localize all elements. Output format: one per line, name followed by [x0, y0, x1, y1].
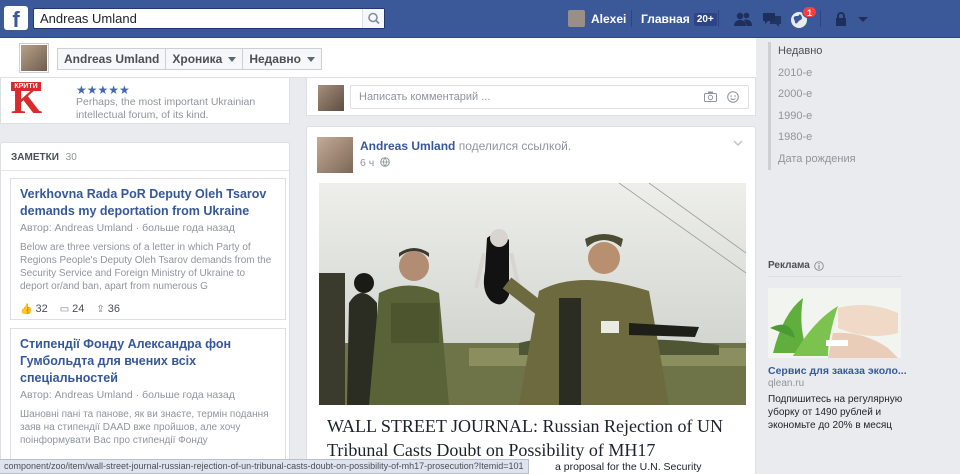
note-excerpt: Below are three versions of a letter in …: [20, 242, 272, 292]
comment-icon: ▭: [59, 303, 70, 315]
scrubber-item-2010s[interactable]: 2010-е: [778, 66, 856, 88]
kritika-logo[interactable]: K КРИТИ: [11, 78, 67, 122]
shared-link-post: Andreas Umland поделился ссылкой. 6 ч WA…: [306, 126, 756, 474]
home-count-badge: 20+: [693, 12, 717, 26]
likes-stat[interactable]: 👍 32: [20, 303, 48, 315]
scrubber-list: Недавно 2010-е 2000-е 1990-е 1980-е Дата…: [778, 44, 856, 173]
notes-count: 30: [65, 152, 77, 163]
chronicle-dropdown[interactable]: Хроника: [165, 48, 244, 70]
notifications-badge: 1: [802, 6, 818, 18]
privacy-lock-icon[interactable]: [833, 11, 849, 27]
post-action-text: поделился ссылкой.: [458, 139, 572, 153]
news-photo: [319, 183, 746, 405]
comments-stat[interactable]: ▭ 24: [60, 303, 85, 315]
comments-count: 24: [72, 303, 85, 315]
profile-name-button[interactable]: Andreas Umland: [57, 48, 167, 70]
page-recommendation-card: K КРИТИ ★★★★★ Perhaps, the most importan…: [0, 78, 290, 124]
notes-section: Заметки 30 Verkhovna Rada PoR Deputy Ole…: [0, 142, 290, 474]
search-input[interactable]: [34, 9, 354, 28]
post-time-text[interactable]: 6 ч: [360, 157, 374, 169]
rating-stars: ★★★★★: [76, 83, 130, 97]
shares-count: 36: [107, 303, 121, 315]
ads-header: Реклама: [768, 260, 824, 271]
ad-image[interactable]: [768, 288, 901, 358]
globe-icon: [380, 157, 391, 167]
scrubber-line: [768, 42, 771, 170]
profile-avatar[interactable]: [20, 44, 48, 72]
note-item: Verkhovna Rada PoR Deputy Oleh Tsarov de…: [10, 178, 286, 320]
note-title-link[interactable]: Verkhovna Rada PoR Deputy Oleh Tsarov de…: [20, 186, 276, 220]
scrubber-item-1990s[interactable]: 1990-е: [778, 109, 856, 131]
comment-tools: [704, 91, 739, 103]
timeline-nav: Andreas Umland Хроника Недавно: [57, 48, 322, 70]
browser-status-url: component/zoo/item/wall-street-journal-r…: [0, 459, 529, 474]
note-item: Стипендії Фонду Александра фон Гумбольдт…: [10, 328, 286, 474]
home-label: Главная: [641, 12, 690, 26]
friend-requests-icon[interactable]: [733, 11, 753, 27]
timeline-header: Andreas Umland Хроника Недавно: [0, 38, 756, 78]
timeline-scrubber: Недавно 2010-е 2000-е 1990-е 1980-е Дата…: [756, 38, 960, 474]
recent-label: Недавно: [249, 52, 301, 66]
note-meta: Автор: Andreas Umland · больше года наза…: [20, 389, 235, 401]
note-stats: 👍 32 ▭ 24 ⇪ 36: [20, 303, 276, 315]
ads-title: Реклама: [768, 260, 810, 271]
ad-photo: [768, 288, 901, 358]
logo-strip: КРИТИ: [11, 82, 41, 91]
nav-profile-link[interactable]: Alexei: [568, 10, 626, 27]
top-bar: f Alexei Главная 20+ 1: [0, 0, 960, 38]
nav-divider: [718, 10, 719, 27]
news-feed: Написать комментарий ... Andreas Umland …: [306, 78, 756, 474]
post-timestamp: 6 ч: [360, 157, 391, 169]
messages-icon[interactable]: [762, 11, 782, 27]
page-description: Perhaps, the most important Ukrainian in…: [76, 96, 256, 121]
nav-divider: [631, 10, 632, 27]
notes-header[interactable]: Заметки 30: [1, 143, 289, 171]
search-box[interactable]: [33, 8, 385, 29]
share-icon: ⇪: [96, 303, 105, 315]
ad-title-link[interactable]: Сервис для заказа эколо...: [768, 365, 908, 378]
account-menu-chevron-icon[interactable]: [857, 11, 869, 27]
notes-title: Заметки: [11, 152, 59, 163]
scrubber-item-recent[interactable]: Недавно: [778, 44, 856, 66]
scrubber-item-2000s[interactable]: 2000-е: [778, 87, 856, 109]
post-header: Andreas Umland поделился ссылкой.: [360, 139, 571, 153]
camera-icon[interactable]: [704, 91, 717, 102]
post-author-avatar[interactable]: [317, 137, 353, 173]
comment-composer: Написать комментарий ...: [306, 78, 756, 116]
user-name: Alexei: [591, 11, 627, 26]
scrubber-item-born[interactable]: Дата рождения: [778, 152, 856, 174]
left-column: K КРИТИ ★★★★★ Perhaps, the most importan…: [0, 78, 296, 474]
ads-divider: [768, 276, 902, 277]
ad-description: Подпишитесь на регулярную уборку от 1490…: [768, 394, 903, 431]
chevron-down-icon: [228, 56, 237, 62]
emoji-icon[interactable]: [727, 91, 739, 103]
note-title-link[interactable]: Стипендії Фонду Александра фон Гумбольдт…: [20, 336, 276, 387]
post-options-chevron-icon[interactable]: [733, 139, 743, 147]
scrubber-item-1980s[interactable]: 1980-е: [778, 130, 856, 152]
recent-dropdown[interactable]: Недавно: [242, 48, 322, 70]
ads-info-icon[interactable]: [814, 260, 824, 271]
facebook-logo[interactable]: f: [4, 6, 28, 30]
chevron-down-icon: [306, 56, 315, 62]
comment-input[interactable]: Написать комментарий ...: [350, 85, 749, 109]
ad-domain: qlean.ru: [768, 378, 805, 389]
commenter-avatar: [318, 85, 344, 111]
nav-divider: [820, 10, 821, 27]
post-author-link[interactable]: Andreas Umland: [360, 139, 455, 153]
note-excerpt: Шановні пані та панове, як ви знаєте, те…: [20, 409, 269, 446]
like-icon: 👍: [20, 303, 33, 315]
note-meta: Автор: Andreas Umland · больше года наза…: [20, 222, 235, 234]
chronicle-label: Хроника: [172, 52, 223, 66]
link-preview-image[interactable]: [319, 183, 746, 405]
user-avatar: [568, 10, 585, 27]
search-icon: [368, 12, 380, 25]
shares-stat[interactable]: ⇪ 36: [96, 303, 120, 315]
search-button[interactable]: [362, 9, 384, 28]
link-snippet: a proposal for the U.N. Security: [555, 461, 702, 473]
likes-count: 32: [35, 303, 48, 315]
nav-home-link[interactable]: Главная 20+: [641, 12, 717, 26]
profile-name-label: Andreas Umland: [64, 52, 160, 66]
